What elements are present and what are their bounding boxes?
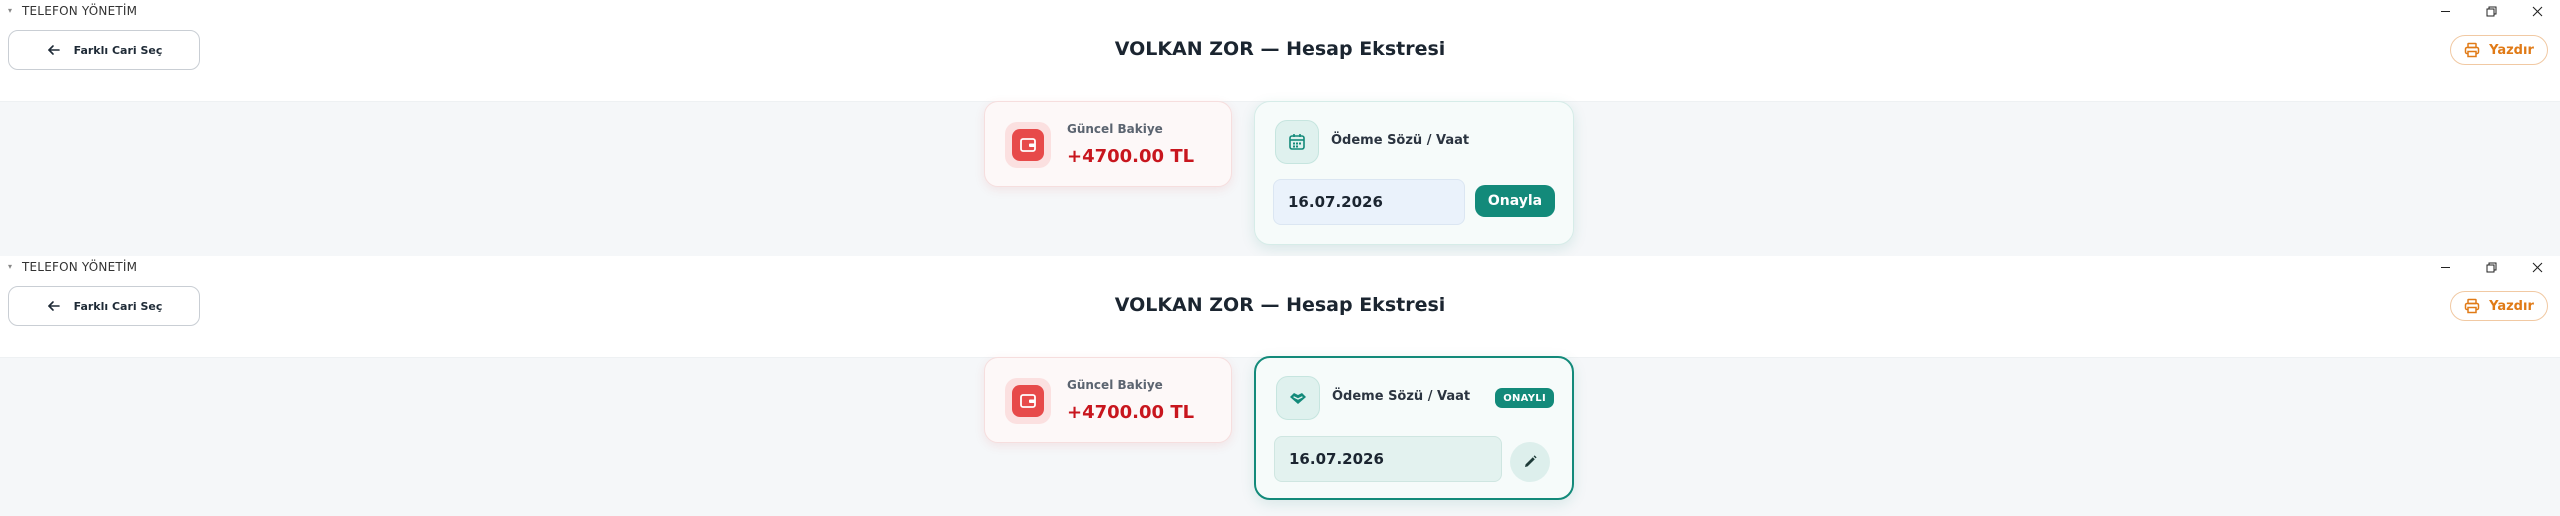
wallet-icon	[1005, 122, 1051, 168]
titlebar: ▾ TELEFON YÖNETİM	[0, 256, 2560, 278]
promise-date-field: 16.07.2026	[1274, 436, 1502, 482]
confirmed-badge: ONAYLI	[1495, 388, 1554, 408]
page-title: VOLKAN ZOR — Hesap Ekstresi	[1114, 294, 1446, 316]
window-controls	[2422, 256, 2560, 278]
balance-card: Güncel Bakiye +4700.00 TL	[984, 101, 1232, 187]
payment-promise-card: Ödeme Sözü / Vaat ONAYLI 16.07.2026	[1254, 356, 1574, 500]
handshake-icon	[1276, 376, 1320, 420]
promise-label: Ödeme Sözü / Vaat	[1331, 133, 1470, 148]
app-window-unconfirmed: ▾ TELEFON YÖNETİM Farklı Cari Seç VOLKAN…	[0, 0, 2560, 258]
restore-icon[interactable]	[2468, 0, 2514, 22]
edit-button[interactable]	[1510, 442, 1550, 482]
window-title: TELEFON YÖNETİM	[22, 4, 138, 18]
balance-label: Güncel Bakiye	[1067, 378, 1163, 392]
balance-value: +4700.00 TL	[1067, 402, 1195, 423]
print-button-label: Yazdır	[2489, 42, 2534, 58]
print-button[interactable]: Yazdır	[2450, 35, 2548, 65]
app-menu-icon[interactable]: ▾	[8, 263, 14, 271]
app-window-confirmed: ▾ TELEFON YÖNETİM Farklı Cari Seç VOLKAN…	[0, 256, 2560, 516]
close-icon[interactable]	[2514, 0, 2560, 22]
app-menu-icon[interactable]: ▾	[8, 7, 14, 15]
balance-label: Güncel Bakiye	[1067, 122, 1163, 136]
restore-icon[interactable]	[2468, 256, 2514, 278]
printer-icon	[2464, 42, 2480, 58]
print-button[interactable]: Yazdır	[2450, 291, 2548, 321]
window-controls	[2422, 0, 2560, 22]
balance-value: +4700.00 TL	[1067, 146, 1195, 167]
minimize-icon[interactable]	[2422, 0, 2468, 22]
pencil-icon	[1525, 455, 1537, 467]
page-header: Farklı Cari Seç VOLKAN ZOR — Hesap Ekstr…	[0, 22, 2560, 102]
close-icon[interactable]	[2514, 256, 2560, 278]
page-title: VOLKAN ZOR — Hesap Ekstresi	[1114, 38, 1446, 60]
balance-card: Güncel Bakiye +4700.00 TL	[984, 357, 1232, 443]
print-button-label: Yazdır	[2489, 298, 2534, 314]
titlebar: ▾ TELEFON YÖNETİM	[0, 0, 2560, 22]
window-title: TELEFON YÖNETİM	[22, 260, 138, 274]
minimize-icon[interactable]	[2422, 256, 2468, 278]
payment-promise-card: Ödeme Sözü / Vaat 16.07.2026 Onayla	[1254, 101, 1574, 245]
wallet-icon	[1005, 378, 1051, 424]
promise-date-input[interactable]: 16.07.2026	[1273, 179, 1465, 225]
confirm-button[interactable]: Onayla	[1475, 185, 1555, 217]
promise-label: Ödeme Sözü / Vaat	[1332, 389, 1471, 404]
printer-icon	[2464, 298, 2480, 314]
calendar-icon	[1275, 120, 1319, 164]
page-header: Farklı Cari Seç VOLKAN ZOR — Hesap Ekstr…	[0, 278, 2560, 358]
